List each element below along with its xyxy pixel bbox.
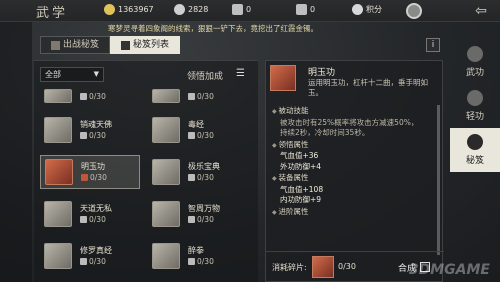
sidebar-item-lightness[interactable]: 轻功	[450, 84, 500, 128]
section-title: 被动技能	[272, 106, 438, 118]
attr-line: 内功防御+9	[280, 195, 322, 204]
manual-card-selected[interactable]: 明玉功 0/30	[40, 155, 140, 189]
list-icon[interactable]: ☰	[236, 68, 250, 80]
attr-line: 外功防御+4	[280, 161, 322, 171]
flag-icon	[51, 40, 60, 50]
top-bar: 武学 1363967 2828 0 0 积分 ⇦	[0, 0, 500, 22]
manual-attributes: 被动技能 被攻击时有25%概率将攻击方减速50%， 持续2秒，冷却时间35秒。 …	[272, 105, 438, 218]
manual-card[interactable]: 0/30	[148, 87, 248, 105]
manual-book-icon	[44, 243, 72, 269]
sidebar-item-martial[interactable]: 武功	[450, 40, 500, 84]
cost-label: 消耗碎片:	[272, 263, 307, 272]
skill-line: 被攻击时有25%概率将攻击方减速50%，	[280, 117, 419, 127]
section-title: 装备属性	[272, 173, 438, 185]
fragment-icon	[80, 258, 87, 265]
manual-card[interactable]: 醉拳 0/30	[148, 239, 248, 273]
manual-card[interactable]: 修罗真经 0/30	[40, 239, 140, 273]
fragment-icon	[188, 92, 195, 100]
gold-ingot-icon	[174, 4, 185, 15]
announcement-marquee: 寒梦灵寻着四象阁的线索，狠狠一铲下去，竟挖出了红霞金镯。	[108, 24, 318, 33]
manual-card[interactable]: 天道无私 0/30	[40, 197, 140, 231]
jade-icon	[296, 4, 307, 15]
fragment-icon	[81, 174, 88, 181]
manual-card[interactable]: 销魂天佛 0/30	[40, 113, 140, 147]
back-button[interactable]: ⇦	[468, 1, 494, 21]
cost-count: 0/30	[338, 262, 356, 271]
fragment-icon	[80, 92, 87, 100]
manual-book-icon	[270, 65, 296, 91]
manual-book-icon	[44, 201, 72, 227]
gear-icon[interactable]	[406, 3, 422, 19]
tab-battle-manuals[interactable]: 出战秘笈	[40, 36, 111, 54]
attr-line: 气血值+36	[280, 151, 319, 160]
section-title: 进阶属性	[272, 207, 438, 219]
ticket-resource: 0	[232, 4, 251, 15]
sidebar-item-manuals[interactable]: 秘笈	[450, 128, 500, 172]
fragment-icon	[188, 216, 195, 223]
section-title: 领悟属性	[272, 140, 438, 152]
watermark: 3DMGAME	[408, 262, 490, 278]
lightness-icon	[467, 90, 483, 106]
info-button[interactable]: i	[426, 38, 440, 52]
fragment-icon	[80, 216, 87, 223]
chevron-down-icon: ▼	[93, 70, 99, 78]
silver-resource: 1363967	[104, 4, 154, 15]
fragment-icon	[80, 132, 87, 139]
manual-card[interactable]: 0/30	[40, 87, 140, 105]
manual-book-icon	[44, 89, 72, 103]
filter-dropdown[interactable]: 全部 ▼	[40, 67, 104, 82]
manual-description: 运用明玉功，杠杆十二曲，垂手明如玉。	[308, 78, 428, 97]
manual-detail-panel: 明玉功 运用明玉功，杠杆十二曲，垂手明如玉。 被动技能 被攻击时有25%概率将攻…	[265, 60, 444, 282]
fragment-icon	[188, 258, 195, 265]
manual-card[interactable]: 毒经 0/30	[148, 113, 248, 147]
ticket-icon	[232, 4, 243, 15]
fragment-icon	[188, 174, 195, 181]
skill-line: 持续2秒，冷却时间35秒。	[280, 128, 370, 137]
manual-card[interactable]: 极乐宝典 0/30	[148, 155, 248, 189]
manual-list-panel: 全部 ▼ 领悟加成 ☰ 0/30 0/30 销魂天佛 0/30 毒经 0/30 明玉…	[34, 60, 258, 282]
manual-book-icon	[152, 243, 180, 269]
fragment-icon	[188, 132, 195, 139]
left-strip	[0, 22, 32, 282]
tab-bar: 出战秘笈 秘笈列表	[40, 36, 181, 54]
manual-book-icon	[44, 117, 72, 143]
manual-card[interactable]: 智周万物 0/30	[148, 197, 248, 231]
meditation-icon	[467, 134, 483, 150]
manual-book-icon	[152, 117, 180, 143]
book-icon	[121, 40, 131, 50]
manual-book-icon	[152, 89, 180, 103]
tab-manual-list[interactable]: 秘笈列表	[110, 36, 181, 54]
attr-line: 气血值+108	[280, 184, 324, 194]
manual-book-icon	[152, 201, 180, 227]
manual-name: 明玉功	[308, 68, 336, 78]
points-resource[interactable]: 积分	[352, 4, 382, 15]
detail-scrollbar[interactable]	[437, 105, 440, 255]
sort-label[interactable]: 领悟加成	[187, 69, 223, 82]
fragment-book-icon	[312, 256, 334, 278]
martial-icon	[467, 46, 483, 62]
gold-resource: 2828	[174, 4, 208, 15]
manual-book-icon	[45, 159, 73, 185]
points-icon	[352, 4, 363, 15]
jade-resource: 0	[296, 4, 315, 15]
page-title: 武学	[36, 6, 69, 21]
manual-book-icon	[152, 159, 180, 185]
right-sidebar: 武功 轻功 秘笈	[450, 36, 500, 282]
silver-coin-icon	[104, 4, 115, 15]
